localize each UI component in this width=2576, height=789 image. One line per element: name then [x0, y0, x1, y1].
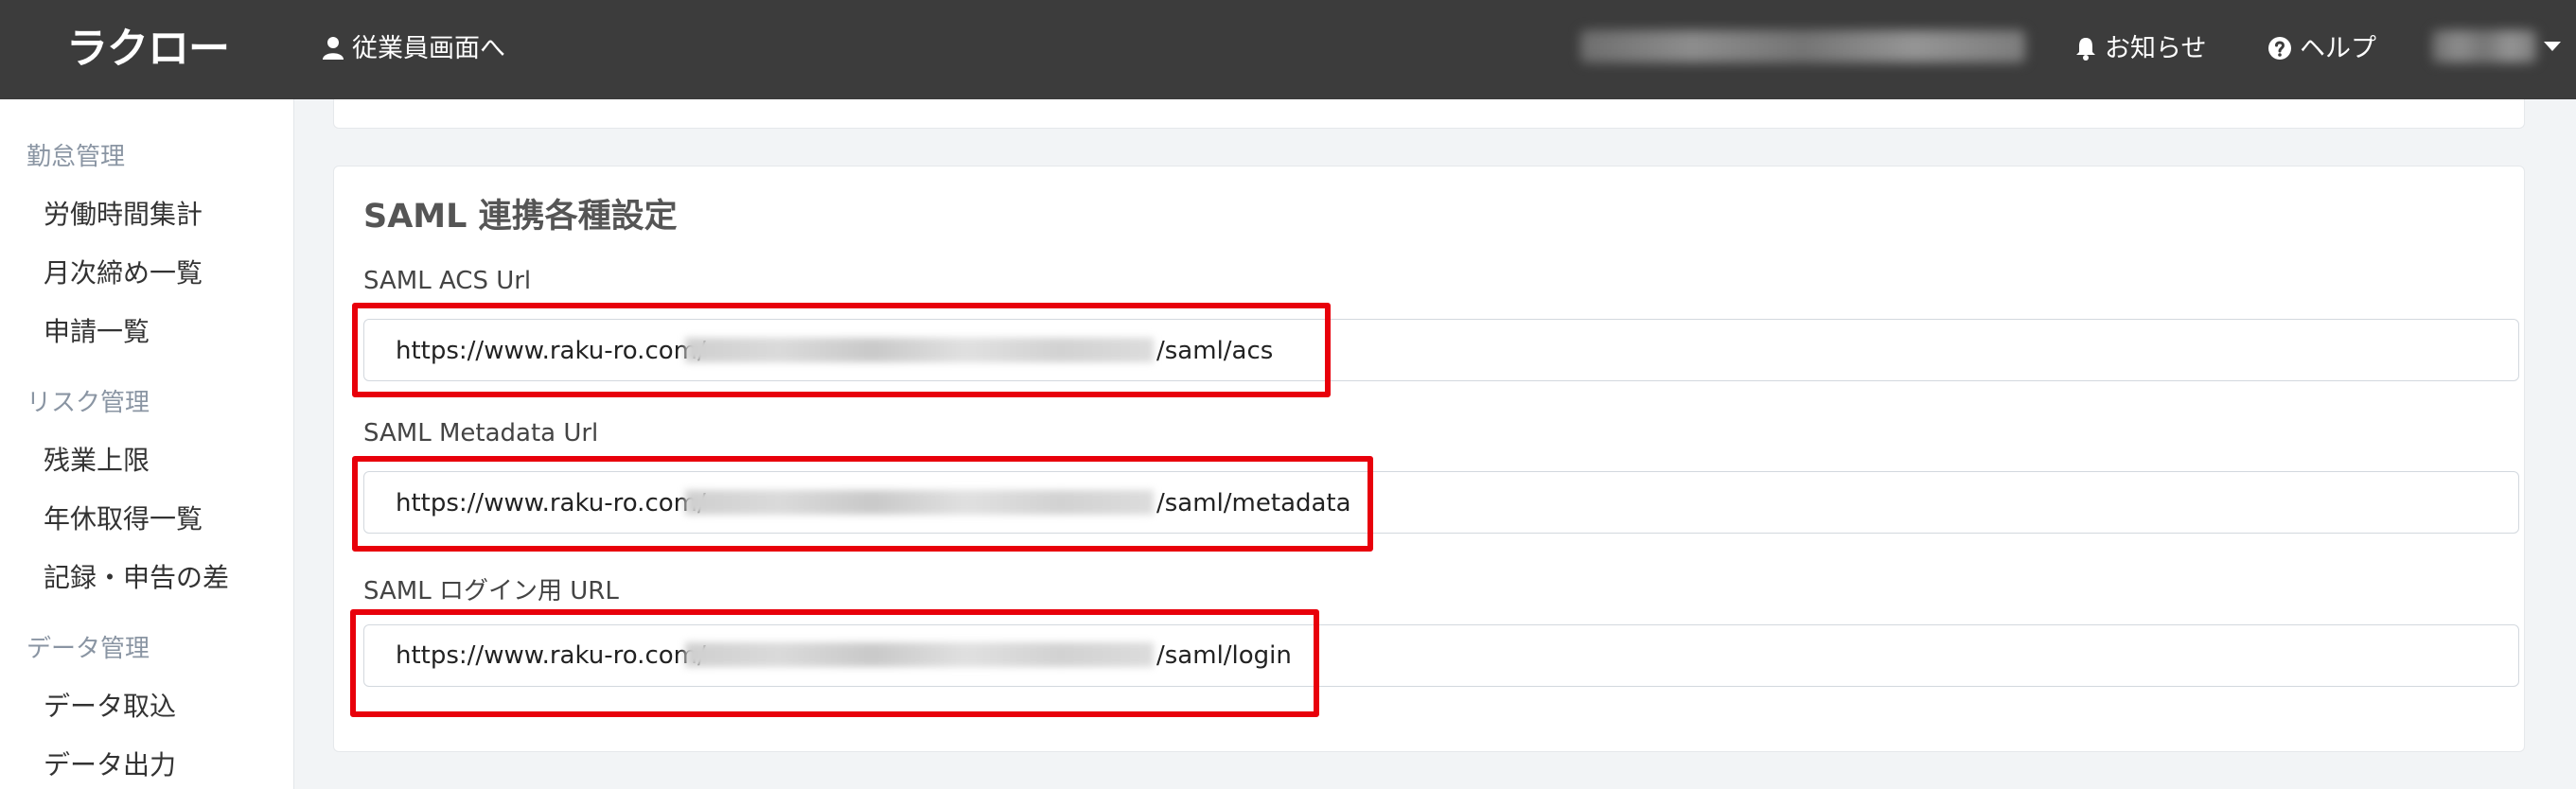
employee-screen-link[interactable]: 従業員画面へ	[322, 25, 505, 74]
acs-url-highlight	[352, 303, 1331, 397]
sidebar-item-monthly-closing[interactable]: 月次締め一覧	[44, 253, 203, 290]
sidebar-item-data-export[interactable]: データ出力	[44, 745, 176, 782]
acs-url-label: SAML ACS Url	[363, 267, 532, 295]
question-circle-icon	[2268, 37, 2291, 60]
help-label: ヘルプ	[2300, 34, 2376, 63]
metadata-url-label: SAML Metadata Url	[363, 419, 599, 447]
sidebar-item-overtime-limit[interactable]: 残業上限	[44, 440, 150, 478]
chevron-down-icon[interactable]	[2544, 42, 2561, 51]
sidebar-section-data: データ管理	[26, 635, 150, 663]
sidebar-section-attendance: 勤怠管理	[26, 143, 126, 171]
previous-card	[333, 99, 2525, 129]
bell-icon	[2076, 38, 2095, 61]
employee-screen-label: 従業員画面へ	[352, 34, 505, 63]
blurred-company-name	[1580, 30, 2025, 62]
sidebar-item-data-import[interactable]: データ取込	[44, 686, 176, 724]
sidebar-section-risk: リスク管理	[26, 389, 150, 417]
top-navigation-bar: ラクロー 従業員画面へ お知らせ ヘルプ	[0, 0, 2576, 99]
blurred-user-name[interactable]	[2432, 30, 2536, 62]
app-logo[interactable]: ラクロー	[66, 21, 230, 78]
notifications-link[interactable]: お知らせ	[2074, 25, 2206, 74]
notifications-label: お知らせ	[2105, 34, 2207, 63]
page-title: SAML 連携各種設定	[363, 198, 678, 236]
user-icon	[323, 37, 344, 60]
help-link[interactable]: ヘルプ	[2267, 25, 2376, 74]
sidebar-item-applications[interactable]: 申請一覧	[44, 311, 150, 349]
sidebar-item-record-difference[interactable]: 記録・申告の差	[44, 557, 229, 595]
metadata-url-highlight	[352, 456, 1373, 552]
login-url-label: SAML ログイン用 URL	[363, 577, 619, 605]
sidebar-item-annual-leave[interactable]: 年休取得一覧	[44, 499, 203, 536]
sidebar-item-working-hours[interactable]: 労働時間集計	[44, 194, 203, 232]
login-url-highlight	[350, 609, 1319, 717]
